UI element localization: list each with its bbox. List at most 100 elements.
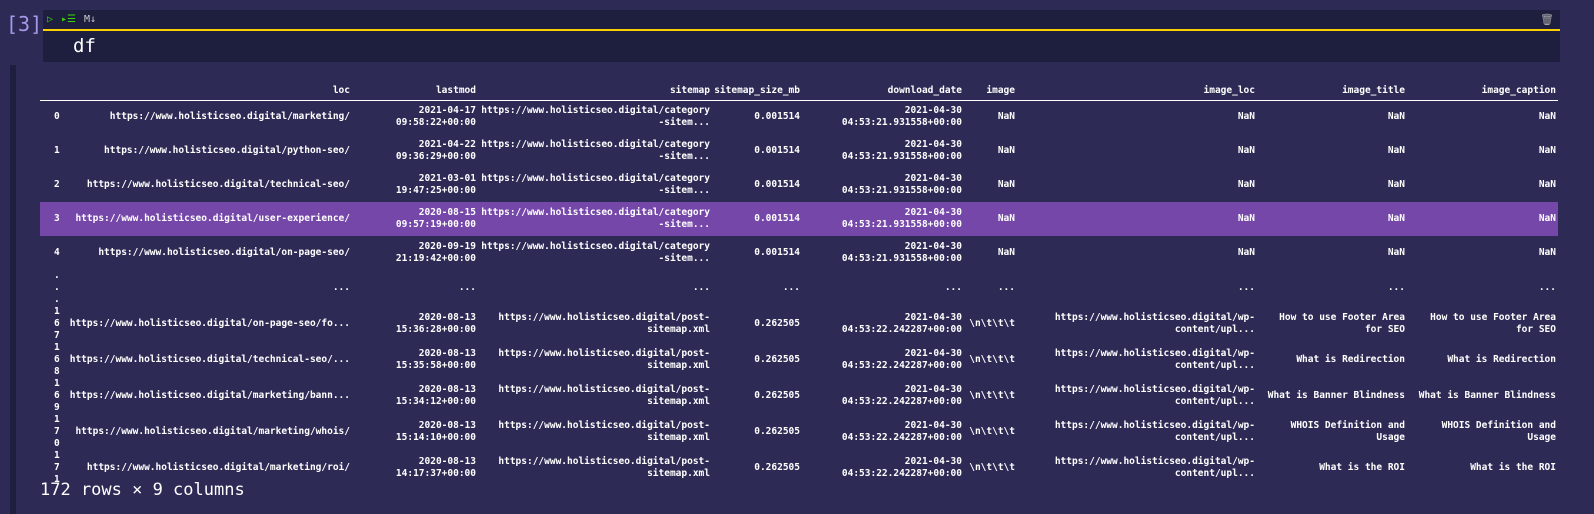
code-cell-input[interactable]: ▷ ▸☰ M↓ 🗑 df <box>43 10 1560 62</box>
delete-cell-icon[interactable]: 🗑 <box>1540 13 1554 26</box>
table-cell: 2021-04-30 04:53:22.242287+00:00 <box>841 384 962 407</box>
table-cell: NaN <box>997 145 1015 156</box>
table-cell: ... <box>1387 282 1405 293</box>
table-cell: NaN <box>1538 111 1556 123</box>
table-cell: 0.001514 <box>754 247 800 258</box>
table-cell: https://www.holisticseo.digital/technica… <box>69 354 350 365</box>
table-cell: https://www.holisticseo.digital/wp-conte… <box>1054 420 1255 443</box>
execution-count: [3] <box>6 12 43 36</box>
table-cell: 2021-04-30 04:53:22.242287+00:00 <box>841 456 962 479</box>
table-cell: 0.001514 <box>712 202 802 236</box>
table-row[interactable]: 167 https://www.holisticseo.digital/on-pa… <box>40 306 1558 342</box>
table-row[interactable]: 170 https://www.holisticseo.digital/marke… <box>40 414 1558 450</box>
table-cell: https://www.holisticseo.digital/category… <box>481 241 710 264</box>
table-cell: https://www.holisticseo.digital/python-s… <box>104 145 350 156</box>
table-cell: 2021-04-30 04:53:21.931558+00:00 <box>841 241 962 264</box>
table-cell: https://www.holisticseo.digital/user-exp… <box>62 202 352 236</box>
table-cell: 2020-08-13 15:14:10+00:00 <box>395 420 476 443</box>
markdown-toggle-icon[interactable]: M↓ <box>84 14 96 25</box>
table-cell: ... <box>1237 282 1255 293</box>
table-cell: https://www.holisticseo.digital/category… <box>478 202 712 236</box>
dataframe-shape: 172 rows × 9 columns <box>40 480 245 500</box>
table-cell: NaN <box>997 111 1015 123</box>
table-cell: NaN <box>1538 247 1556 258</box>
table-header-row: loc lastmod sitemap sitemap_size_mb download… <box>40 80 1558 101</box>
table-cell: 0.001514 <box>754 145 800 156</box>
table-row[interactable]: 168 https://www.holisticseo.digital/techn… <box>40 342 1558 378</box>
table-cell: 0.001514 <box>754 111 800 123</box>
table-cell: NaN <box>997 247 1015 258</box>
table-row[interactable]: 169 https://www.holisticseo.digital/marke… <box>40 378 1558 414</box>
table-cell: NaN <box>1387 145 1405 156</box>
table-cell: 0.262505 <box>754 354 800 365</box>
run-below-icon[interactable]: ▸☰ <box>61 14 76 25</box>
table-row[interactable]: 0 https://www.holisticseo.digital/marketi… <box>40 100 1558 134</box>
run-cell-icon[interactable]: ▷ <box>47 14 53 25</box>
table-cell: ... <box>458 282 476 293</box>
table-cell: 2021-04-30 04:53:22.242287+00:00 <box>841 312 962 335</box>
table-row[interactable]: 4 https://www.holisticseo.digital/on-page… <box>40 236 1558 270</box>
table-cell: 2020-08-13 15:35:58+00:00 <box>395 348 476 371</box>
code-editor[interactable]: df <box>43 31 1560 57</box>
table-cell: What is Redirection <box>1447 354 1556 365</box>
table-cell: ... <box>944 282 962 293</box>
table-cell: ... <box>997 282 1015 293</box>
table-cell: https://www.holisticseo.digital/post-sit… <box>498 348 710 371</box>
column-header: loc <box>62 80 352 101</box>
output-collapse-bar[interactable] <box>10 65 16 514</box>
column-header: image_loc <box>1017 80 1257 101</box>
table-cell: NaN <box>964 202 1017 236</box>
table-cell: 2020-08-15 09:57:19+00:00 <box>352 202 478 236</box>
table-cell: ... <box>1538 282 1556 293</box>
table-cell: NaN <box>1237 179 1255 190</box>
table-cell: What is Redirection <box>1296 354 1405 365</box>
row-index: 1 <box>54 145 60 156</box>
column-header: image_title <box>1257 80 1407 101</box>
column-header: image <box>964 80 1017 101</box>
table-cell: NaN <box>1538 179 1556 190</box>
table-cell: \n\t\t\t <box>969 462 1015 473</box>
dataframe-table: loc lastmod sitemap sitemap_size_mb download… <box>40 80 1558 486</box>
table-cell: NaN <box>1407 202 1558 236</box>
table-row[interactable]: .............................. <box>40 270 1558 306</box>
table-cell: NaN <box>1237 247 1255 258</box>
table-row[interactable]: 1 https://www.holisticseo.digital/python-… <box>40 134 1558 168</box>
table-cell: https://www.holisticseo.digital/wp-conte… <box>1054 384 1255 407</box>
table-cell: 0.262505 <box>754 462 800 473</box>
table-cell: 2021-03-01 19:47:25+00:00 <box>395 173 476 196</box>
table-cell: NaN <box>1538 145 1556 156</box>
row-index: ... <box>54 270 60 305</box>
table-cell: ... <box>782 282 800 293</box>
table-cell: https://www.holisticseo.digital/on-page-… <box>69 318 350 329</box>
table-cell: NaN <box>1017 202 1257 236</box>
table-cell: https://www.holisticseo.digital/post-sit… <box>498 420 710 443</box>
table-cell: 2020-09-19 21:19:42+00:00 <box>395 241 476 264</box>
table-cell: ... <box>332 282 350 293</box>
column-header: lastmod <box>352 80 478 101</box>
table-cell: 2021-04-30 04:53:21.931558+00:00 <box>802 202 964 236</box>
table-cell: NaN <box>1387 179 1405 190</box>
table-cell: https://www.holisticseo.digital/marketin… <box>75 426 350 437</box>
table-cell: 2021-04-30 04:53:22.242287+00:00 <box>841 348 962 371</box>
table-row[interactable]: 2 https://www.holisticseo.digital/technic… <box>40 168 1558 202</box>
table-cell: \n\t\t\t <box>969 426 1015 437</box>
table-cell: What is the ROI <box>1319 462 1405 473</box>
row-index: 2 <box>54 179 60 190</box>
table-cell: 0.001514 <box>754 179 800 190</box>
cell-toolbar: ▷ ▸☰ M↓ 🗑 <box>43 10 1560 31</box>
table-cell: How to use Footer Area for SEO <box>1430 312 1556 335</box>
table-row[interactable]: 3 https://www.holisticseo.digital/user-ex… <box>40 202 1558 236</box>
table-cell: 2021-04-30 04:53:22.242287+00:00 <box>841 420 962 443</box>
table-cell: https://www.holisticseo.digital/category… <box>481 105 710 129</box>
table-cell: https://www.holisticseo.digital/technica… <box>86 179 350 190</box>
table-cell: 2021-04-17 09:58:22+00:00 <box>395 105 476 129</box>
table-cell: NaN <box>997 179 1015 190</box>
table-cell: \n\t\t\t <box>969 390 1015 401</box>
column-header: image_caption <box>1407 80 1558 101</box>
table-cell: NaN <box>1387 111 1405 123</box>
table-row[interactable]: 171 https://www.holisticseo.digital/marke… <box>40 450 1558 486</box>
table-cell: 2020-08-13 15:36:28+00:00 <box>395 312 476 335</box>
table-cell: NaN <box>1237 111 1255 123</box>
table-cell: 2020-08-13 14:17:37+00:00 <box>395 456 476 479</box>
table-cell: https://www.holisticseo.digital/wp-conte… <box>1054 348 1255 371</box>
